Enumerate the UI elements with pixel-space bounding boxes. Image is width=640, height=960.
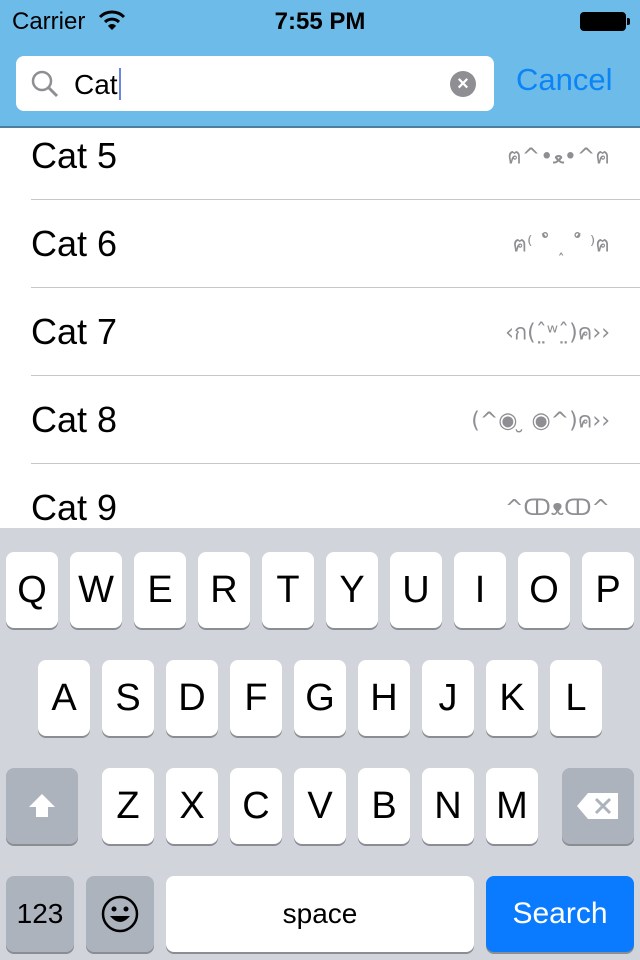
key-f[interactable]: F [230, 660, 282, 736]
key-x[interactable]: X [166, 768, 218, 844]
key-b[interactable]: B [358, 768, 410, 844]
shift-icon [29, 794, 55, 817]
item-kaomoji: (^◉ ̮ ◉^)ค›› [471, 408, 610, 434]
header: Carrier 7:55 PM Cat × Cancel [0, 0, 640, 128]
space-key[interactable]: space [166, 876, 474, 952]
numbers-key[interactable]: 123 [6, 876, 74, 952]
item-kaomoji: ‹ก(ˆ̤ʷˆ̤)ค›› [505, 320, 610, 346]
key-g[interactable]: G [294, 660, 346, 736]
key-q[interactable]: Q [6, 552, 58, 628]
key-i[interactable]: I [454, 552, 506, 628]
key-l[interactable]: L [550, 660, 602, 736]
battery-icon [580, 12, 630, 31]
key-h[interactable]: H [358, 660, 410, 736]
item-kaomoji: ฅ⁽ ˚̀ ˰ ˚́ ⁾ฅ [512, 232, 610, 258]
key-a[interactable]: A [38, 660, 90, 736]
shift-key[interactable] [6, 768, 78, 844]
clear-icon[interactable]: × [450, 71, 476, 97]
keyboard: Q W E R T Y U I O P A S D F G H J K L Z X C V B N M 123 space Search [0, 528, 640, 960]
item-title: Cat 9 [31, 487, 118, 528]
key-k[interactable]: K [486, 660, 538, 736]
list-item[interactable]: Cat 6 ฅ⁽ ˚̀ ˰ ˚́ ⁾ฅ [0, 200, 640, 288]
key-p[interactable]: P [582, 552, 634, 628]
emoji-key[interactable] [86, 876, 154, 952]
key-r[interactable]: R [198, 552, 250, 628]
key-c[interactable]: C [230, 768, 282, 844]
search-key[interactable]: Search [486, 876, 634, 952]
item-title: Cat 6 [31, 223, 118, 264]
key-d[interactable]: D [166, 660, 218, 736]
key-m[interactable]: M [486, 768, 538, 844]
item-title: Cat 5 [31, 135, 118, 176]
key-o[interactable]: O [518, 552, 570, 628]
search-query-text: Cat [74, 69, 118, 100]
list-item[interactable]: Cat 7 ‹ก(ˆ̤ʷˆ̤)ค›› [0, 288, 640, 376]
key-j[interactable]: J [422, 660, 474, 736]
key-w[interactable]: W [70, 552, 122, 628]
item-title: Cat 7 [31, 311, 118, 352]
search-query[interactable]: Cat [74, 68, 121, 101]
clock: 7:55 PM [274, 8, 366, 35]
delete-key[interactable] [562, 768, 634, 844]
key-u[interactable]: U [390, 552, 442, 628]
text-caret [118, 68, 121, 100]
list-item[interactable]: Cat 5 ฅ^•ﻌ•^ฅ [0, 112, 640, 200]
emoji-icon [101, 895, 139, 933]
key-v[interactable]: V [294, 768, 346, 844]
item-kaomoji: ^ↀᴥↀ^ [504, 496, 610, 521]
search-icon [31, 70, 59, 98]
search-input[interactable]: Cat × [16, 56, 494, 111]
key-z[interactable]: Z [102, 768, 154, 844]
key-n[interactable]: N [422, 768, 474, 844]
list-item[interactable]: Cat 8 (^◉ ̮ ◉^)ค›› [0, 376, 640, 464]
key-e[interactable]: E [134, 552, 186, 628]
cancel-button[interactable]: Cancel [516, 62, 613, 98]
backspace-icon [577, 793, 618, 819]
key-s[interactable]: S [102, 660, 154, 736]
key-y[interactable]: Y [326, 552, 378, 628]
item-title: Cat 8 [31, 399, 118, 440]
item-kaomoji: ฅ^•ﻌ•^ฅ [507, 144, 610, 170]
key-t[interactable]: T [262, 552, 314, 628]
